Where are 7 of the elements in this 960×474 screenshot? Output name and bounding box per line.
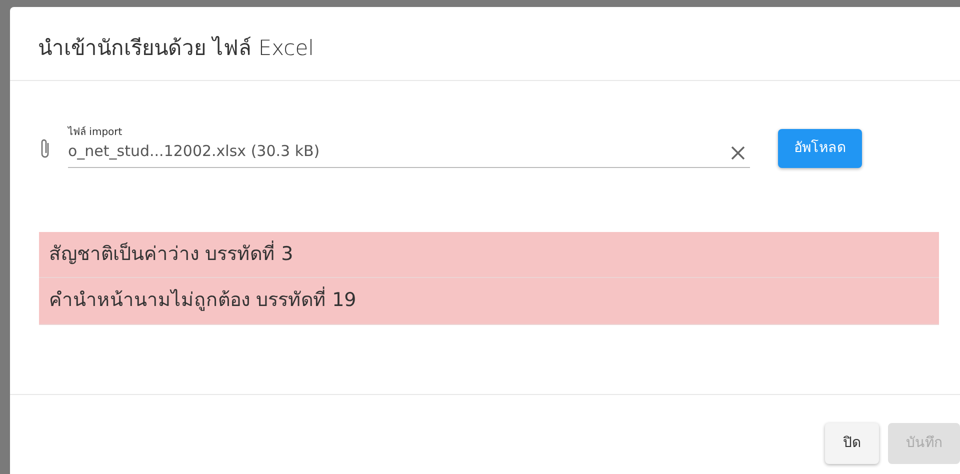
file-input-field[interactable]: ไฟล์ import o_net_stud...12002.xlsx (30.3 kB): [68, 125, 750, 168]
dialog-title: นำเข้านักเรียนด้วย ไฟล์ Excel: [38, 36, 314, 60]
clear-icon[interactable]: [730, 144, 746, 160]
close-button[interactable]: ปิด: [825, 423, 879, 464]
error-message: สัญชาติเป็นค่าว่าง บรรทัดที่ 3: [39, 232, 939, 278]
error-message: คำนำหน้านามไม่ถูกต้อง บรรทัดที่ 19: [39, 278, 939, 325]
paperclip-icon: [39, 138, 51, 160]
